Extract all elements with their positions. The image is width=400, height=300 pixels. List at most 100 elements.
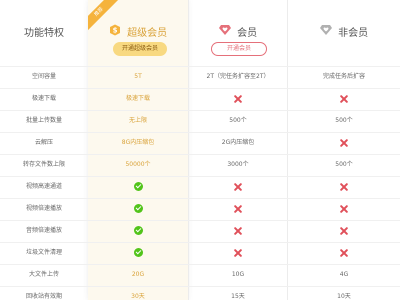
super-cell [88,220,188,242]
super-cell [88,242,188,264]
feature-name: 视频倍速播放 [0,198,88,220]
cross-icon [234,205,242,213]
cell-text: 空间容量 [31,73,56,80]
non-member-header: 非会员 [288,0,400,66]
non-cell [288,242,400,264]
member-cell: 15天 [189,286,287,300]
row-divider [0,176,400,177]
member-cell: 2G内压缩包 [189,132,287,154]
feature-name: 大文件上传 [0,264,88,286]
super-cell: 无上限 [88,110,188,132]
super-cell: 8G内压缩包 [88,132,188,154]
cell-text: 批量上传数量 [25,117,62,124]
cell-text: 2G内压缩包 [221,139,255,146]
cell-text: 5T [134,73,142,80]
super-member-header: $ 超级会员 开通超级会员 [88,0,188,66]
member-cell: 2T（完任务扩容至2T） [189,66,287,88]
member-title-label: 会员 [237,28,258,39]
member-cell [189,88,287,110]
cross-icon [340,139,348,147]
cross-icon [340,227,348,235]
cell-text: 无上限 [128,117,147,124]
cell-text: 转存文件数上限 [22,161,65,168]
cell-text: 3000个 [227,161,249,168]
feature-name: 转存文件数上限 [0,154,88,176]
member-cell: 500个 [189,110,287,132]
cross-icon [340,183,348,191]
cell-text: 10天 [337,293,351,300]
member-header: 会员 开通会员 [189,0,287,66]
feature-name: 音频倍速播放 [0,220,88,242]
cross-icon [234,227,242,235]
super-member-title: $ 超级会员 [88,24,188,39]
cell-text: 30天 [131,293,145,300]
cell-text: 2T（完任务扩容至2T） [206,73,270,80]
member-cell: 10G [189,264,287,286]
non-member-title-label: 非会员 [338,28,369,39]
member-cell [189,242,287,264]
open-super-member-button[interactable]: 开通超级会员 [113,42,167,56]
member-title: 会员 [189,24,287,39]
non-cell: 完成任务后扩容 [288,66,400,88]
cell-text: 20G [131,271,145,278]
member-cell [189,220,287,242]
svg-text:$: $ [112,27,117,35]
membership-comparison-table: 功能特权 空间容量极速下载批量上传数量 云解压转存文件数上限 视频高速通道 视频倍速播… [0,0,400,300]
feature-name: 回收站有效期 [0,286,88,300]
cross-icon [234,249,242,257]
super-cell: 极速下载 [88,88,188,110]
super-cell: 5T [88,66,188,88]
feature-name: 视频高速通道 [0,176,88,198]
cell-text: 500个 [229,117,247,124]
super-cell: 20G [88,264,188,286]
member-column: 会员 开通会员 2T（完任务扩容至2T） 500个 2G内压缩包 3000个 10G 15… [189,0,287,300]
cell-text: 视频高速通道 [25,183,62,190]
cross-icon [234,95,242,103]
non-cell: 500个 [288,110,400,132]
feature-name: 批量上传数量 [0,110,88,132]
row-divider [0,242,400,243]
divider [188,0,189,300]
non-cell: 4G [288,264,400,286]
non-cell: 500个 [288,154,400,176]
cell-text: 大文件上传 [28,271,59,278]
non-cell [288,198,400,220]
cross-icon [340,249,348,257]
feature-name: 空间容量 [0,66,88,88]
non-cell [288,220,400,242]
cell-text: 15天 [231,293,245,300]
cell-text: 云解压 [34,139,53,146]
super-cell [88,198,188,220]
row-divider [0,88,400,89]
open-member-button[interactable]: 开通会员 [211,42,267,56]
feature-name: 极速下载 [0,88,88,110]
non-member-title: 非会员 [288,24,400,39]
super-cell [88,176,188,198]
non-member-column: 非会员 完成任务后扩容 500个 500个 4G 10天 [288,0,400,300]
cell-text: 500个 [335,161,353,168]
feature-column: 功能特权 空间容量极速下载批量上传数量 云解压转存文件数上限 视频高速通道 视频倍速播… [0,0,88,300]
check-icon [133,204,143,213]
check-icon [133,248,143,257]
cell-text: 视频倍速播放 [25,205,62,212]
divider [287,0,288,300]
cell-text: 垃圾文件清理 [25,249,62,256]
cross-icon [340,95,348,103]
row-divider [0,198,400,199]
row-divider [0,154,400,155]
cell-text: 500个 [335,117,353,124]
cross-icon [340,205,348,213]
s-badge-icon: $ [109,24,121,39]
cell-text: 4G [339,271,349,278]
cell-text: 完成任务后扩容 [322,73,365,80]
super-cell: 30天 [88,286,188,300]
member-cell: 3000个 [189,154,287,176]
heart-diamond-icon [218,25,231,38]
check-icon [133,182,143,191]
super-member-column: 推荐 $ 超级会员 开通超级会员 5T 极速下载 无上限 8G内压缩包 50000个 20… [88,0,188,300]
feature-column-title: 功能特权 [24,28,64,39]
super-member-title-label: 超级会员 [127,28,168,39]
feature-name: 云解压 [0,132,88,154]
non-cell [288,132,400,154]
member-cell [189,198,287,220]
